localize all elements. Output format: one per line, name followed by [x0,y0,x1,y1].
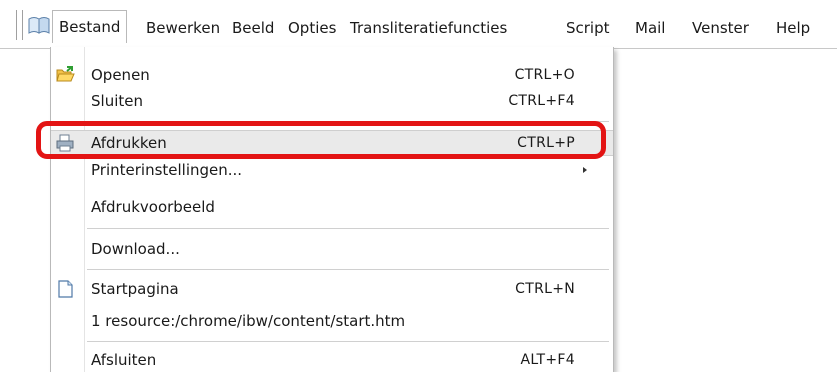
menu-separator [87,121,609,122]
menu-item-shortcut: ALT+F4 [520,352,575,368]
menu-item-label: 1 resource:/chrome/ibw/content/start.htm [91,312,406,330]
submenu-arrow-icon [583,167,587,173]
menu-item-shortcut: CTRL+F4 [508,93,575,109]
menu-item-afdrukvoorbeeld[interactable]: Afdrukvoorbeeld [51,195,613,219]
menu-separator [87,228,609,229]
menu-beeld-label: Beeld [232,19,275,37]
menu-transliteratiefuncties[interactable]: Transliteratiefuncties [350,18,507,38]
folder-open-icon [56,66,75,82]
menu-item-label: Openen [91,66,150,84]
menu-bestand[interactable]: Bestand [52,10,128,43]
menu-bewerken[interactable]: Bewerken [146,18,220,38]
menu-opties[interactable]: Opties [288,18,336,38]
menu-beeld[interactable]: Beeld [232,18,274,38]
toolbar-grip-handle[interactable] [16,10,23,40]
app-book-icon [28,17,50,34]
printer-icon [56,134,74,152]
menu-item-download[interactable]: Download... [51,237,613,261]
menu-item-label: Afdrukvoorbeeld [91,198,215,216]
menu-item-startpagina[interactable]: Startpagina CTRL+N [51,277,613,301]
menu-script[interactable]: Script [566,18,610,38]
menu-venster-label: Venster [692,19,749,37]
menu-item-shortcut: CTRL+O [514,67,575,83]
menu-help-label: Help [776,19,811,37]
menu-opties-label: Opties [288,19,337,37]
menu-item-label: Startpagina [91,280,179,298]
menu-item-shortcut: CTRL+N [515,281,575,297]
menu-bar: Bestand Bewerken Beeld Opties Transliter… [0,0,837,49]
menu-script-label: Script [566,19,610,37]
menu-item-shortcut: CTRL+P [517,135,575,151]
menu-item-recent-file[interactable]: 1 resource:/chrome/ibw/content/start.htm [51,309,613,333]
menu-separator [87,269,609,270]
menu-item-label: Download... [91,240,180,258]
menu-separator [87,341,609,342]
menu-item-openen[interactable]: Openen CTRL+O [51,63,613,87]
menu-item-label: Printerinstellingen... [91,161,243,179]
application-window: Bestand Bewerken Beeld Opties Transliter… [0,0,837,372]
menu-bestand-label: Bestand [59,18,121,36]
menu-help[interactable]: Help [776,18,810,38]
menu-transliteratiefuncties-label: Transliteratiefuncties [350,19,508,37]
menu-item-afdrukken[interactable]: Afdrukken CTRL+P [51,130,613,156]
menu-item-label: Afdrukken [91,134,167,152]
menu-mail-label: Mail [635,19,666,37]
menu-item-sluiten[interactable]: Sluiten CTRL+F4 [51,89,613,113]
menu-item-label: Afsluiten [91,351,157,369]
menu-bewerken-label: Bewerken [146,19,221,37]
page-icon [58,280,73,298]
menu-item-label: Sluiten [91,92,143,110]
menu-item-printerinstellingen[interactable]: Printerinstellingen... [51,158,613,182]
menu-item-afsluiten[interactable]: Afsluiten ALT+F4 [51,348,613,372]
bestand-dropdown-menu: Openen CTRL+O Sluiten CTRL+F4 Afdrukken … [50,47,614,372]
menu-mail[interactable]: Mail [635,18,665,38]
menu-venster[interactable]: Venster [692,18,749,38]
